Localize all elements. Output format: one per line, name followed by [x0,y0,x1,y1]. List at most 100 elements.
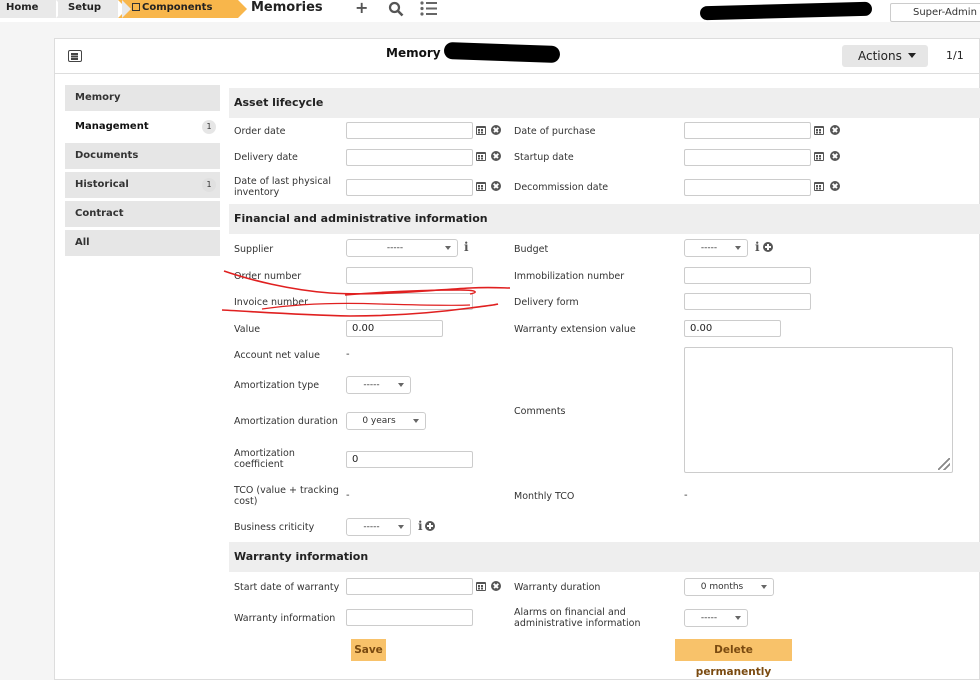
redaction-mark [443,41,561,64]
business-criticity-select[interactable]: ----- [346,518,411,536]
warranty-duration-select[interactable]: 0 months [684,578,774,596]
caret-down-icon [907,53,916,58]
immobilization-number-label: Immobilization number [514,271,625,282]
dropdown-arrow-icon [735,616,741,620]
clear-icon[interactable] [491,151,501,161]
order-number-input[interactable] [346,267,473,284]
section-asset-lifecycle: Asset lifecycle [229,88,980,118]
last-inventory-input[interactable] [346,179,473,196]
tab-documents[interactable]: Documents [65,143,220,169]
decommission-date-label: Decommission date [514,182,609,193]
breadcrumb-home[interactable]: Home [0,0,67,18]
delivery-date-label: Delivery date [234,152,298,163]
amortization-duration-select[interactable]: 0 years [346,412,426,430]
amortization-type-label: Amortization type [234,380,320,391]
dropdown-arrow-icon [413,419,419,423]
immobilization-number-input[interactable] [684,267,811,284]
tab-management[interactable]: Management 1 [65,114,220,140]
amortization-coefficient-input[interactable]: 0 [346,451,473,468]
calendar-icon[interactable] [814,152,824,161]
delete-permanently-button[interactable]: Delete permanently [675,639,792,678]
redaction-mark [699,1,873,21]
pager: 1/1 [946,49,964,62]
tco-value: - [346,490,350,501]
date-of-purchase-input[interactable] [684,122,811,139]
breadcrumb-components[interactable]: Components [118,0,247,18]
calendar-icon[interactable] [476,582,486,591]
clear-icon[interactable] [830,125,840,135]
monthly-tco-value: - [684,490,688,501]
top-bar: Home Setup Components Memories + Super-A… [0,0,980,22]
date-of-purchase-label: Date of purchase [514,126,596,137]
clear-icon[interactable] [830,181,840,191]
calendar-icon[interactable] [476,152,486,161]
section-financial-info: Financial and administrative information [229,204,980,234]
warranty-extension-value-input[interactable]: 0.00 [684,320,781,337]
comments-textarea[interactable] [684,347,953,473]
add-icon[interactable] [763,242,773,252]
tab-count-badge: 1 [202,120,216,134]
order-date-label: Order date [234,126,286,137]
tab-historical[interactable]: Historical 1 [65,172,220,198]
supplier-label: Supplier [234,244,274,255]
actions-button[interactable]: Actions [842,45,928,67]
warranty-duration-label: Warranty duration [514,582,601,593]
startup-date-label: Startup date [514,152,574,163]
order-date-input[interactable] [346,122,473,139]
dropdown-arrow-icon [735,246,741,250]
value-label: Value [234,324,261,335]
components-icon [132,3,140,11]
clear-icon[interactable] [491,125,501,135]
calendar-icon[interactable] [814,126,824,135]
start-date-of-warranty-input[interactable] [346,578,473,595]
delivery-form-input[interactable] [684,293,811,310]
decommission-date-input[interactable] [684,179,811,196]
account-net-value: - [346,349,350,360]
warranty-extension-value-label: Warranty extension value [514,324,636,335]
clear-icon[interactable] [491,181,501,191]
clear-icon[interactable] [830,151,840,161]
save-button[interactable]: Save [351,639,386,661]
comments-label: Comments [514,406,566,417]
calendar-icon[interactable] [814,182,824,191]
tab-count-badge: 1 [202,178,216,192]
amortization-type-select[interactable]: ----- [346,376,411,394]
alarms-select[interactable]: ----- [684,609,748,627]
start-date-of-warranty-label: Start date of warranty [234,582,340,593]
warranty-information-input[interactable] [346,609,473,626]
list-icon[interactable] [68,50,82,62]
calendar-icon[interactable] [476,126,486,135]
panel-title: Memory [386,46,441,60]
tab-all[interactable]: All [65,230,220,256]
info-icon[interactable]: i [418,520,423,532]
list-view-icon[interactable] [420,1,438,16]
last-inventory-label: Date of last physical inventory [234,176,332,198]
search-icon[interactable] [388,1,404,17]
profile-selector[interactable]: Super-Admin [890,3,980,22]
calendar-icon[interactable] [476,182,486,191]
main-panel: Memory Actions 1/1 Memory Management 1 Do… [54,38,980,680]
info-icon[interactable]: i [464,241,469,253]
budget-select[interactable]: ----- [684,239,748,257]
supplier-select[interactable]: ----- [346,239,458,257]
value-input[interactable]: 0.00 [346,320,443,337]
alarms-label: Alarms on financial and administrative i… [514,607,641,629]
tab-contract[interactable]: Contract [65,201,220,227]
invoice-number-label: Invoice number [234,297,309,308]
order-number-label: Order number [234,271,302,282]
account-net-value-label: Account net value [234,350,320,361]
amortization-coefficient-label: Amortization coefficient [234,448,295,470]
resize-handle-icon[interactable] [938,458,950,470]
delivery-date-input[interactable] [346,149,473,166]
add-icon[interactable]: + [355,0,368,16]
page-heading: Memories [251,0,323,15]
invoice-number-input[interactable] [346,293,473,310]
delivery-form-label: Delivery form [514,297,579,308]
clear-icon[interactable] [491,581,501,591]
startup-date-input[interactable] [684,149,811,166]
amortization-duration-label: Amortization duration [234,416,338,427]
info-icon[interactable]: i [755,241,760,253]
tab-memory[interactable]: Memory [65,85,220,111]
add-icon[interactable] [425,521,435,531]
tco-label: TCO (value + tracking cost) [234,485,339,507]
